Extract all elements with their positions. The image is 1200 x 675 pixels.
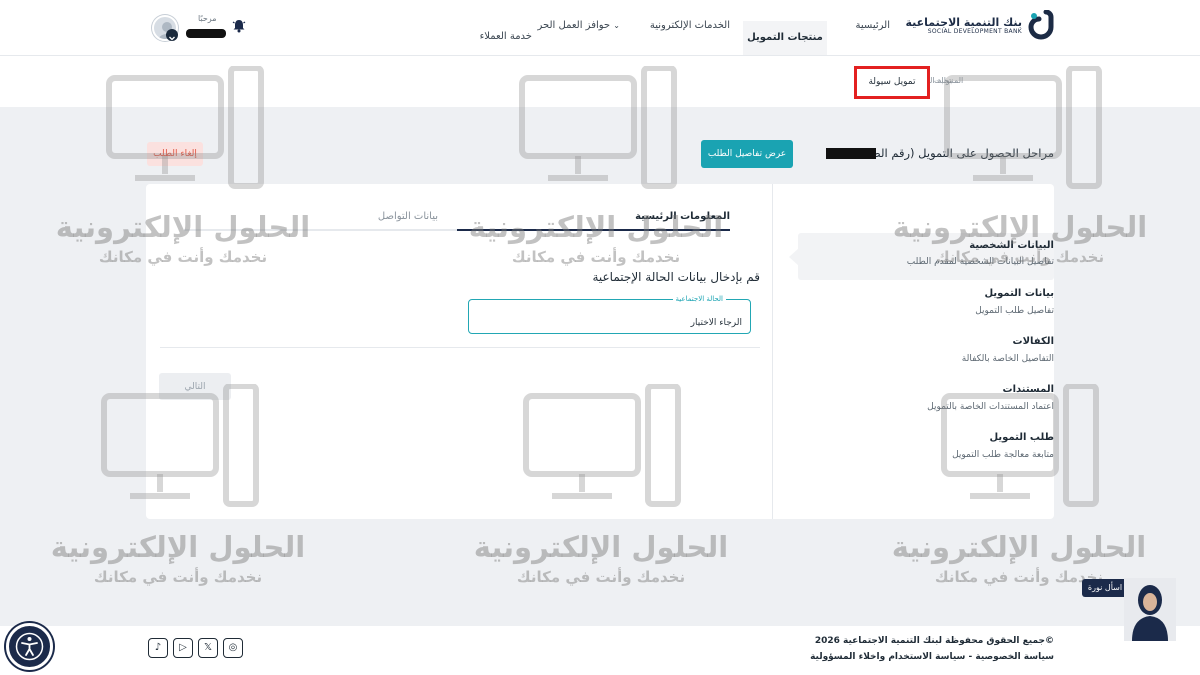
computer-watermark-icon (523, 384, 681, 507)
card-divider (772, 184, 773, 519)
assistant-avatar-icon (1132, 585, 1168, 641)
footer-policy-links[interactable]: سياسة الخصوصية - سياسة الاستخدام واخلاء … (810, 652, 1054, 662)
accessibility-button[interactable] (6, 623, 53, 670)
accessibility-icon (15, 632, 44, 661)
nav-finance-products[interactable]: منتجات التمويل (743, 21, 827, 55)
instagram-icon[interactable]: ◎ (223, 638, 243, 658)
logo-mark-icon (1028, 10, 1054, 40)
chevron-down-icon: ⌄ (613, 21, 620, 30)
form-divider (160, 347, 760, 348)
nav-home[interactable]: الرئيسية (856, 20, 890, 31)
request-number-redacted (826, 148, 876, 159)
computer-watermark-icon (106, 66, 264, 189)
tab-contact-info-underline (184, 229, 457, 231)
user-menu-badge-icon[interactable] (166, 29, 178, 41)
youtube-icon[interactable]: ▷ (173, 638, 193, 658)
step-finance-data[interactable]: بيانات التمويل تفاصيل طلب التمويل (804, 288, 1054, 316)
computer-watermark-icon (519, 66, 677, 189)
x-twitter-icon[interactable]: 𝕏 (198, 638, 218, 658)
bank-logo[interactable]: بنك التنمية الاجتماعية SOCIAL DEVELOPMEN… (906, 10, 1055, 42)
nav-freelance-label: حوافز العمل الحر (537, 20, 611, 31)
step-guarantees[interactable]: الكفالات التفاصيل الخاصة بالكفالة (804, 336, 1054, 364)
marital-status-value: الرجاء الاختيار (690, 318, 742, 328)
tiktok-icon[interactable]: ♪ (148, 638, 168, 658)
watermark: الحلول الإلكترونية نخدمك وأنت في مكانك (50, 530, 306, 586)
nora-assistant-avatar[interactable] (1124, 578, 1176, 641)
breadcrumb-current: تمويل سيولة (854, 66, 930, 99)
watermark: الحلول الإلكترونية نخدمك وأنت في مكانك (891, 530, 1147, 586)
ask-nora-label[interactable]: اسأل نورة (1082, 579, 1128, 597)
footer-copyright: جميع الحقوق محفوظة لبنك التنمية الاجتماع… (814, 636, 1054, 646)
tab-main-info[interactable]: المعلومات الرئيسية (635, 211, 730, 222)
user-name-redacted (186, 29, 226, 38)
section-heading: قم بإدخال بيانات الحالة الإجتماعية (592, 270, 760, 284)
marital-status-select[interactable]: الحالة الاجتماعية الرجاء الاختيار (468, 295, 751, 334)
bell-icon[interactable] (232, 19, 246, 33)
logo-arabic-name: بنك التنمية الاجتماعية (905, 15, 1023, 29)
computer-watermark-icon (941, 384, 1099, 507)
active-step-arrow (789, 248, 799, 266)
welcome-text: مرحبًا (198, 14, 217, 23)
tab-main-info-underline (457, 229, 730, 231)
watermark: الحلول الإلكترونية نخدمك وأنت في مكانك (473, 530, 729, 586)
logo-english-name: SOCIAL DEVELOPMENT BANK (927, 27, 1022, 35)
nav-customer-service[interactable]: خدمة العملاء (480, 31, 532, 42)
computer-watermark-icon (944, 66, 1102, 189)
view-request-details-button[interactable]: عرض تفاصيل الطلب (701, 140, 793, 168)
marital-status-label: الحالة الاجتماعية (672, 295, 726, 303)
nav-e-services[interactable]: الخدمات الإلكترونية (650, 20, 730, 31)
step-personal-data[interactable]: البيانات الشخصية تفاصيل البيانات الشخصية… (804, 240, 1054, 267)
tab-contact-info[interactable]: بيانات التواصل (378, 211, 438, 222)
computer-watermark-icon (101, 384, 259, 507)
nav-freelance[interactable]: حوافز العمل الحر ⌄ (538, 20, 630, 31)
